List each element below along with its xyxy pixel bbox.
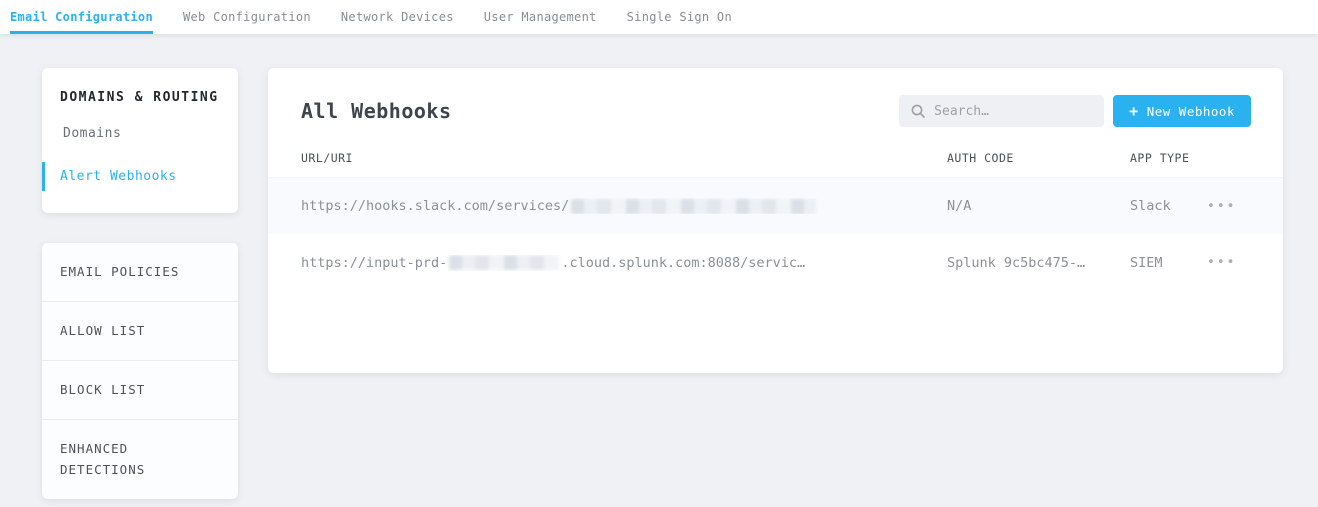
search-icon — [911, 104, 925, 118]
tab-single-sign-on[interactable]: Single Sign On — [627, 0, 732, 34]
search-box[interactable] — [899, 95, 1104, 127]
redacted-url-segment — [449, 255, 559, 270]
new-webhook-button[interactable]: + New Webhook — [1113, 95, 1251, 127]
app-type-cell: Slack — [1130, 198, 1205, 214]
row-actions-ellipsis-icon[interactable]: ••• — [1205, 251, 1238, 274]
table-row[interactable]: https://input-prd- .cloud.splunk.com:808… — [268, 234, 1283, 291]
sidebar-item-block-list[interactable]: BLOCK LIST — [42, 361, 238, 420]
auth-code-cell: Splunk 9c5bc475-… — [947, 255, 1130, 271]
tab-user-management[interactable]: User Management — [484, 0, 597, 34]
sidebar-item-alert-webhooks[interactable]: Alert Webhooks — [42, 162, 238, 191]
app-type-cell: SIEM — [1130, 255, 1205, 271]
redacted-url-segment — [571, 199, 816, 214]
tab-email-configuration[interactable]: Email Configuration — [10, 0, 153, 34]
plus-icon: + — [1129, 104, 1139, 119]
webhook-url-prefix: https://hooks.slack.com/services/ — [301, 198, 569, 214]
search-input[interactable] — [934, 104, 1094, 119]
sidebar-item-enhanced-detections[interactable]: ENHANCED DETECTIONS — [42, 420, 238, 499]
webhook-url-cell: https://hooks.slack.com/services/ — [301, 198, 947, 214]
page-title: All Webhooks — [301, 99, 452, 123]
sidebar-item-allow-list[interactable]: ALLOW LIST — [42, 302, 238, 361]
webhook-url-prefix: https://input-prd- — [301, 255, 447, 271]
sidebar-item-email-policies[interactable]: EMAIL POLICIES — [42, 243, 238, 302]
sidebar: DOMAINS & ROUTING Domains Alert Webhooks… — [42, 68, 238, 499]
webhooks-panel: All Webhooks + New Webhook URL/URI AUTH … — [268, 68, 1283, 373]
panel-header: All Webhooks + New Webhook — [268, 68, 1283, 151]
tab-web-configuration[interactable]: Web Configuration — [183, 0, 311, 34]
webhook-url-suffix: .cloud.splunk.com:8088/servic… — [561, 255, 805, 271]
domains-routing-heading: DOMAINS & ROUTING — [42, 90, 238, 105]
policy-sections-card: EMAIL POLICIES ALLOW LIST BLOCK LIST ENH… — [42, 243, 238, 499]
table-header: URL/URI AUTH CODE APP TYPE — [268, 151, 1283, 177]
new-webhook-button-label: New Webhook — [1147, 104, 1235, 119]
webhook-url-cell: https://input-prd- .cloud.splunk.com:808… — [301, 255, 947, 271]
domains-routing-card: DOMAINS & ROUTING Domains Alert Webhooks — [42, 68, 238, 213]
sidebar-item-enhanced-detections-label: ENHANCED DETECTIONS — [60, 438, 185, 480]
header-actions: + New Webhook — [899, 95, 1251, 127]
column-header-url: URL/URI — [301, 151, 947, 165]
column-header-app-type: APP TYPE — [1130, 151, 1205, 165]
column-header-auth-code: AUTH CODE — [947, 151, 1130, 165]
table-row[interactable]: https://hooks.slack.com/services/ N/A Sl… — [268, 177, 1283, 234]
top-nav: Email Configuration Web Configuration Ne… — [0, 0, 1318, 34]
row-actions-ellipsis-icon[interactable]: ••• — [1205, 195, 1238, 218]
auth-code-cell: N/A — [947, 198, 1130, 214]
tab-network-devices[interactable]: Network Devices — [341, 0, 454, 34]
sidebar-item-domains[interactable]: Domains — [42, 119, 238, 148]
